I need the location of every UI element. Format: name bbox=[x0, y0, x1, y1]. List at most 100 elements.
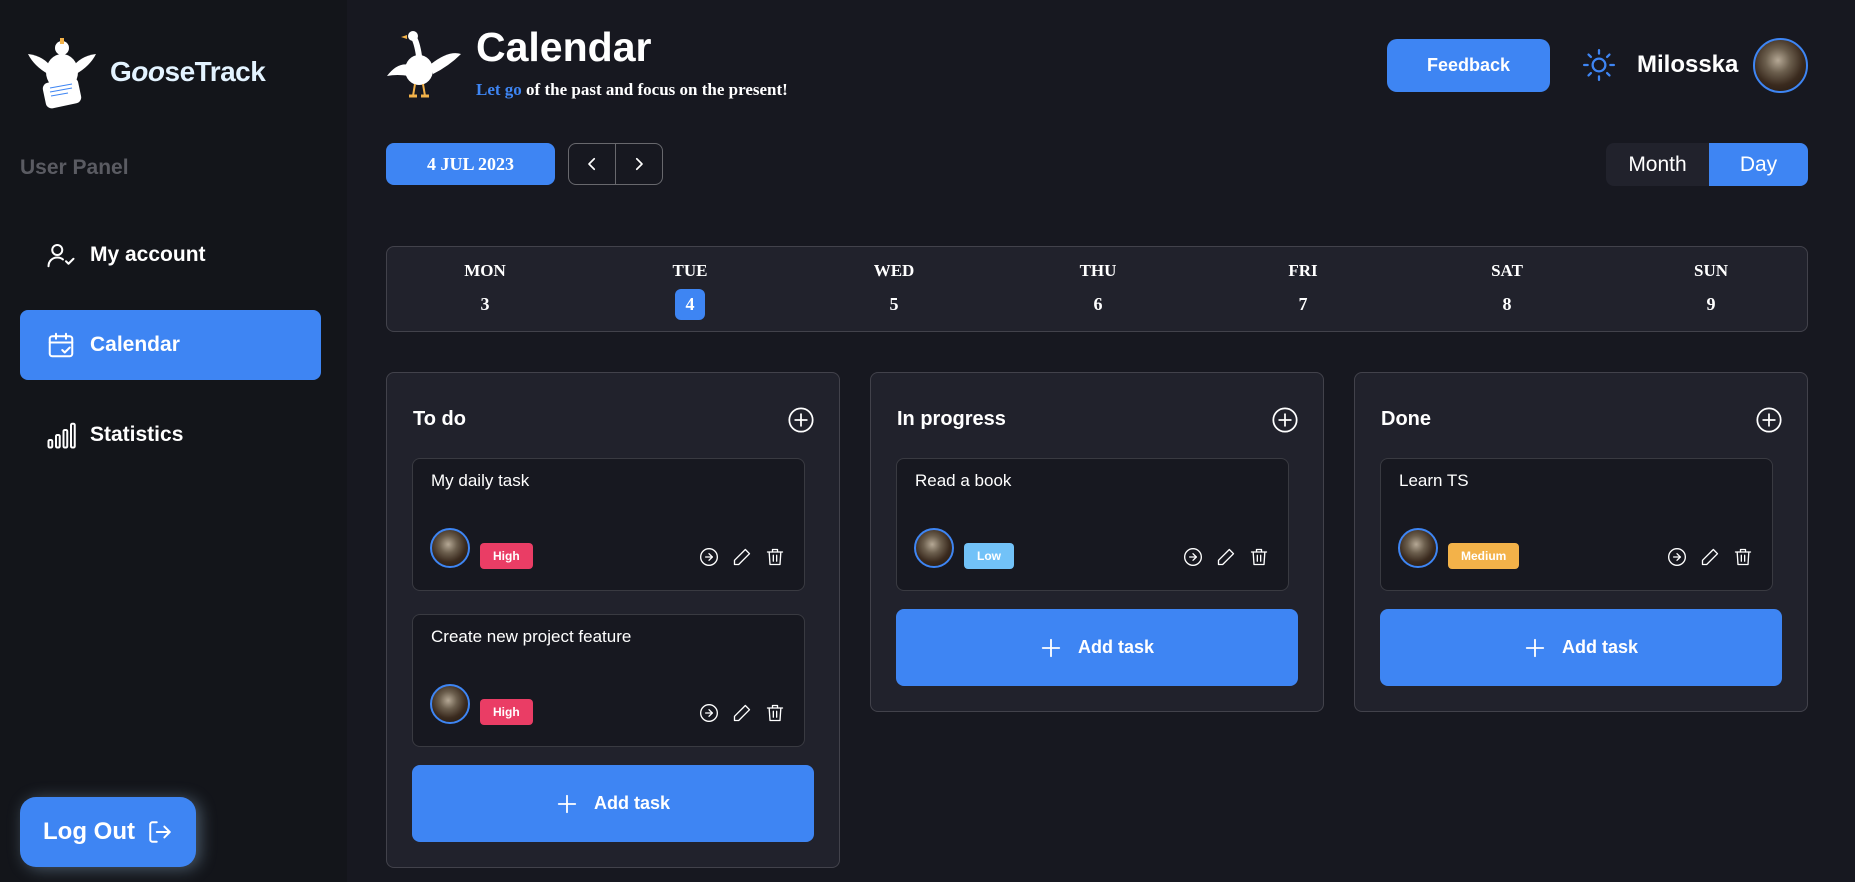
app-logo[interactable]: GooseTrack bbox=[24, 34, 266, 110]
sun-theme-icon[interactable] bbox=[1582, 48, 1616, 82]
sidebar-item-label: My account bbox=[90, 243, 206, 266]
task-title: Read a book bbox=[915, 471, 1012, 490]
delete-trash-icon[interactable] bbox=[765, 703, 785, 723]
day-name: TUE bbox=[672, 261, 708, 280]
day-name: FRI bbox=[1288, 261, 1318, 280]
page-title: Calendar bbox=[476, 24, 652, 70]
column-title: In progress bbox=[897, 408, 1006, 430]
day-view-button[interactable]: Day bbox=[1709, 143, 1808, 186]
task-title: My daily task bbox=[431, 471, 530, 490]
delete-trash-icon[interactable] bbox=[765, 547, 785, 567]
add-task-label: Add task bbox=[1561, 637, 1639, 657]
day-number: 7 bbox=[1298, 294, 1308, 314]
day-number: 8 bbox=[1502, 294, 1512, 314]
sidebar-item-label: Calendar bbox=[90, 333, 180, 356]
task-avatar bbox=[430, 684, 470, 724]
task-actions bbox=[699, 547, 785, 567]
feedback-button[interactable]: Feedback bbox=[1387, 39, 1550, 92]
goose-mascot-icon bbox=[387, 31, 461, 98]
chevron-right-icon bbox=[635, 157, 643, 171]
add-circle-icon[interactable] bbox=[787, 406, 815, 434]
task-title: Create new project feature bbox=[431, 627, 632, 646]
day-number: 6 bbox=[1093, 294, 1103, 314]
day-name: SUN bbox=[1693, 261, 1728, 280]
sidebar-item-statistics[interactable]: Statistics bbox=[20, 400, 321, 470]
logo-text: GooseTrack bbox=[110, 56, 266, 87]
day-name: THU bbox=[1079, 261, 1117, 280]
sidebar-item-calendar[interactable]: Calendar bbox=[20, 310, 321, 380]
task-card[interactable]: My daily task High bbox=[412, 458, 805, 591]
day-name: SAT bbox=[1491, 261, 1523, 280]
view-toggle: Month Day bbox=[1606, 143, 1808, 186]
edit-pencil-icon[interactable] bbox=[1700, 547, 1720, 567]
delete-trash-icon[interactable] bbox=[1733, 547, 1753, 567]
logout-label: Log Out bbox=[43, 818, 135, 845]
chart-bars-icon bbox=[47, 422, 76, 449]
goose-logo-icon bbox=[28, 38, 96, 109]
delete-trash-icon[interactable] bbox=[1249, 547, 1269, 567]
sidebar-item-label: Statistics bbox=[90, 423, 184, 446]
day-number: 5 bbox=[889, 294, 899, 314]
period-navigation bbox=[568, 143, 663, 185]
logout-button[interactable]: Log Out bbox=[20, 797, 196, 867]
user-avatar[interactable] bbox=[1753, 38, 1808, 93]
username: Milosska bbox=[1637, 51, 1739, 78]
task-title: Learn TS bbox=[1399, 471, 1469, 490]
task-avatar bbox=[914, 528, 954, 568]
prev-period-button[interactable] bbox=[569, 144, 615, 184]
column-title: Done bbox=[1381, 408, 1431, 430]
task-actions bbox=[699, 703, 785, 723]
task-avatar bbox=[1398, 528, 1438, 568]
task-actions bbox=[1183, 547, 1269, 567]
add-task-button[interactable]: Add task bbox=[412, 765, 814, 842]
column-title: To do bbox=[413, 408, 466, 430]
column-to-do: To do My daily task High Create new proj… bbox=[386, 372, 840, 868]
sidebar: GooseTrack User Panel My account Calenda… bbox=[0, 0, 347, 882]
next-period-button[interactable] bbox=[615, 144, 662, 184]
task-actions bbox=[1667, 547, 1753, 567]
day-number: 3 bbox=[480, 294, 490, 314]
move-task-icon[interactable] bbox=[699, 703, 719, 723]
task-card[interactable]: Create new project feature High bbox=[412, 614, 805, 747]
user-panel-label: User Panel bbox=[20, 156, 129, 179]
add-circle-icon[interactable] bbox=[1271, 406, 1299, 434]
chevron-left-icon bbox=[588, 157, 596, 171]
logout-icon bbox=[149, 821, 171, 843]
plus-icon bbox=[1525, 638, 1545, 657]
move-task-icon[interactable] bbox=[1667, 547, 1687, 567]
column-done: Done Learn TS Medium Add task bbox=[1354, 372, 1808, 712]
calendar-check-icon bbox=[48, 332, 74, 358]
current-date-button[interactable]: 4 JUL 2023 bbox=[386, 143, 555, 185]
priority-badge: Medium bbox=[1448, 543, 1520, 569]
day-number-current: 4 bbox=[675, 289, 705, 320]
add-task-button[interactable]: Add task bbox=[896, 609, 1298, 686]
add-task-button[interactable]: Add task bbox=[1380, 609, 1782, 686]
task-card[interactable]: Learn TS Medium bbox=[1380, 458, 1773, 591]
motto-rest: of the past and focus on the present! bbox=[521, 80, 788, 99]
motto-accent: Let go bbox=[476, 80, 522, 99]
week-strip: MON 3 TUE 4 WED 5 THU 6 FRI 7 SAT 8 SUN … bbox=[386, 246, 1808, 332]
priority-badge: High bbox=[480, 543, 533, 569]
plus-icon bbox=[1041, 638, 1061, 657]
edit-pencil-icon[interactable] bbox=[1216, 547, 1236, 567]
move-task-icon[interactable] bbox=[699, 547, 719, 567]
day-name: WED bbox=[873, 261, 915, 280]
page-motto: Let go of the past and focus on the pres… bbox=[476, 80, 788, 100]
day-number: 9 bbox=[1706, 294, 1716, 314]
task-card[interactable]: Read a book Low bbox=[896, 458, 1289, 591]
add-task-label: Add task bbox=[593, 793, 671, 813]
add-task-label: Add task bbox=[1077, 637, 1155, 657]
priority-badge: High bbox=[480, 699, 533, 725]
edit-pencil-icon[interactable] bbox=[732, 703, 752, 723]
plus-icon bbox=[557, 794, 577, 813]
user-check-icon bbox=[47, 244, 75, 268]
add-circle-icon[interactable] bbox=[1755, 406, 1783, 434]
task-avatar bbox=[430, 528, 470, 568]
priority-badge: Low bbox=[964, 543, 1014, 569]
sidebar-item-my-account[interactable]: My account bbox=[20, 220, 321, 290]
day-name: MON bbox=[464, 261, 506, 280]
edit-pencil-icon[interactable] bbox=[732, 547, 752, 567]
column-in-progress: In progress Read a book Low Add task bbox=[870, 372, 1324, 712]
month-view-button[interactable]: Month bbox=[1606, 143, 1709, 186]
move-task-icon[interactable] bbox=[1183, 547, 1203, 567]
